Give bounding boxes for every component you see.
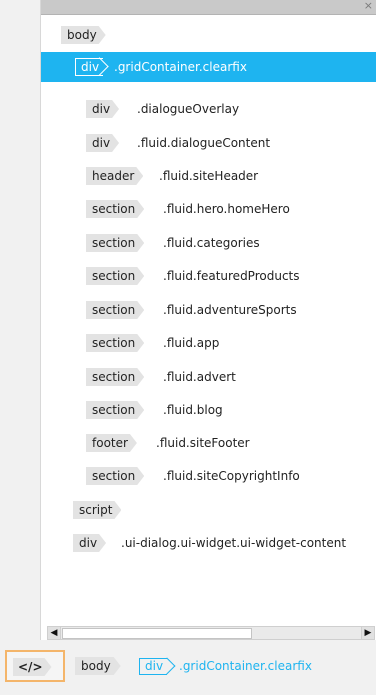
tag-label: header — [86, 167, 143, 185]
left-gutter — [0, 0, 40, 695]
tag-label: body — [61, 26, 106, 44]
scroll-left-icon[interactable]: ◀ — [48, 627, 61, 639]
tag-label: section — [86, 234, 144, 252]
class-label: .fluid.categories — [163, 236, 260, 250]
scroll-thumb[interactable] — [62, 628, 252, 639]
tree-row-dialoguecontent[interactable]: div .fluid.dialogueContent — [41, 130, 376, 156]
breadcrumb-class[interactable]: .gridContainer.clearfix — [179, 657, 312, 675]
class-label: .fluid.siteHeader — [159, 169, 259, 183]
tree-row-uidialog[interactable]: div .ui-dialog.ui-widget.ui-widget-conte… — [41, 530, 376, 556]
tree-row-advert[interactable]: section .fluid.advert — [41, 364, 376, 390]
horizontal-scrollbar[interactable]: ◀ ▶ — [47, 626, 375, 640]
class-label: .fluid.hero.homeHero — [163, 202, 290, 216]
tag-label: section — [86, 301, 144, 319]
tag-label: section — [86, 267, 144, 285]
class-label: .fluid.siteCopyrightInfo — [163, 469, 300, 483]
tree-row-homehero[interactable]: section .fluid.hero.homeHero — [41, 196, 376, 222]
code-icon: </> — [13, 658, 52, 676]
tree-row-body[interactable]: body — [41, 22, 376, 48]
panel-titlebar: × — [41, 0, 376, 15]
tag-label: section — [86, 368, 144, 386]
class-label: .fluid.adventureSports — [163, 303, 297, 317]
close-icon[interactable]: × — [364, 0, 373, 14]
code-view-button[interactable]: </> — [5, 650, 65, 682]
breadcrumb-body[interactable]: body — [75, 657, 121, 675]
tag-label: footer — [86, 434, 137, 452]
tree-row-sitecopyrightinfo[interactable]: section .fluid.siteCopyrightInfo — [41, 463, 376, 489]
tag-label: div — [86, 100, 119, 118]
class-label: .fluid.advert — [163, 370, 236, 384]
tree-row-featuredproducts[interactable]: section .fluid.featuredProducts — [41, 263, 376, 289]
class-label: .ui-dialog.ui-widget.ui-widget-content — [121, 536, 347, 550]
tree-row-siteheader[interactable]: header .fluid.siteHeader — [41, 163, 376, 189]
tree-row-adventuresports[interactable]: section .fluid.adventureSports — [41, 297, 376, 323]
class-label: .fluid.app — [163, 336, 220, 350]
class-label: .fluid.siteFooter — [156, 436, 250, 450]
class-label: .dialogueOverlay — [137, 102, 240, 116]
tag-label: section — [86, 334, 144, 352]
tag-label: section — [86, 200, 144, 218]
tag-label: section — [86, 401, 144, 419]
tag-label: div — [73, 534, 106, 552]
class-label: .fluid.dialogueContent — [137, 136, 271, 150]
dom-panel: × body div .gridContainer.clearfix div .… — [40, 0, 376, 640]
tree-row-sitefooter[interactable]: footer .fluid.siteFooter — [41, 430, 376, 456]
tree-row-dialogueoverlay[interactable]: div .dialogueOverlay — [41, 96, 376, 122]
class-label: .fluid.featuredProducts — [163, 269, 300, 283]
tree-row-blog[interactable]: section .fluid.blog — [41, 397, 376, 423]
class-label: .gridContainer.clearfix — [114, 60, 247, 74]
scroll-right-icon[interactable]: ▶ — [361, 627, 374, 639]
tree-row-categories[interactable]: section .fluid.categories — [41, 230, 376, 256]
class-label: .fluid.blog — [163, 403, 223, 417]
tag-label: div — [86, 134, 119, 152]
tree-row-app[interactable]: section .fluid.app — [41, 330, 376, 356]
tree-row-script[interactable]: script — [41, 497, 376, 523]
tree-row-gridcontainer[interactable]: div .gridContainer.clearfix — [41, 52, 376, 82]
tag-label: section — [86, 467, 144, 485]
tag-label: script — [73, 501, 121, 519]
